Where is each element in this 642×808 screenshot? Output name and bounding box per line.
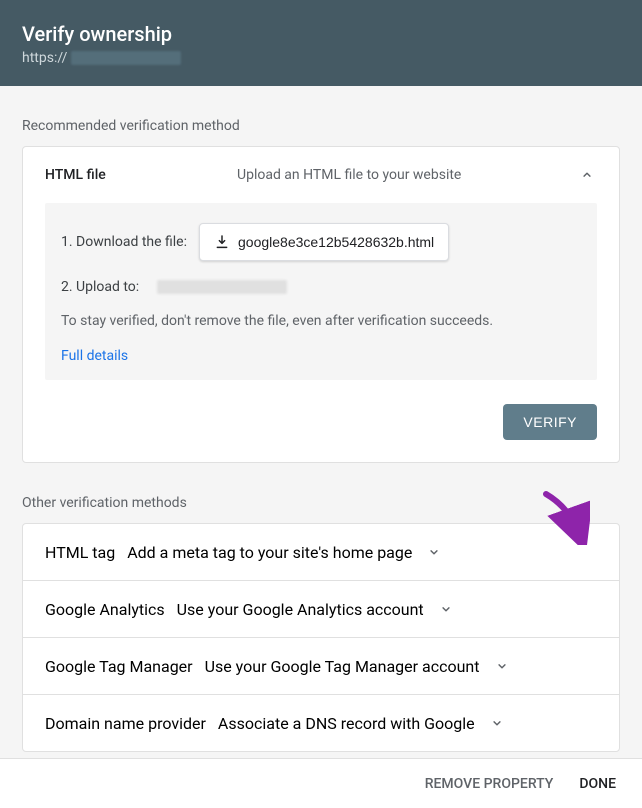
url-prefix: https:// xyxy=(22,50,67,66)
method-title: HTML file xyxy=(45,167,225,183)
method-google-analytics[interactable]: Google Analytics Use your Google Analyti… xyxy=(23,581,619,638)
verification-steps-panel: 1. Download the file: google8e3ce12b5428… xyxy=(45,203,597,380)
dialog-header: Verify ownership https:// xyxy=(0,0,642,86)
download-file-button[interactable]: google8e3ce12b5428632b.html xyxy=(199,223,449,261)
redacted-domain xyxy=(71,51,181,65)
chevron-up-icon xyxy=(577,165,597,185)
property-url: https:// xyxy=(22,50,620,66)
method-desc: Associate a DNS record with Google xyxy=(218,714,475,733)
html-file-method-header[interactable]: HTML file Upload an HTML file to your we… xyxy=(23,147,619,203)
full-details-link[interactable]: Full details xyxy=(61,348,128,364)
step-2-label: 2. Upload to: xyxy=(61,279,139,295)
other-methods-list: HTML tag Add a meta tag to your site's h… xyxy=(22,523,620,752)
recommended-section-label: Recommended verification method xyxy=(0,86,642,146)
method-google-tag-manager[interactable]: Google Tag Manager Use your Google Tag M… xyxy=(23,638,619,695)
method-title: Google Tag Manager xyxy=(45,657,193,676)
page-title: Verify ownership xyxy=(22,22,620,46)
done-button[interactable]: DONE xyxy=(579,776,616,792)
redacted-upload-target xyxy=(157,280,287,294)
method-html-tag[interactable]: HTML tag Add a meta tag to your site's h… xyxy=(23,524,619,581)
verification-note: To stay verified, don't remove the file,… xyxy=(61,313,581,329)
other-section-label: Other verification methods xyxy=(0,463,642,523)
step-1-label: 1. Download the file: xyxy=(61,234,187,250)
chevron-down-icon xyxy=(492,656,512,676)
method-desc: Upload an HTML file to your website xyxy=(237,167,565,183)
method-desc: Use your Google Analytics account xyxy=(177,600,424,619)
method-desc: Add a meta tag to your site's home page xyxy=(127,543,412,562)
step-2: 2. Upload to: xyxy=(61,279,581,295)
step-1: 1. Download the file: google8e3ce12b5428… xyxy=(61,223,581,261)
method-desc: Use your Google Tag Manager account xyxy=(205,657,480,676)
recommended-method-card: HTML file Upload an HTML file to your we… xyxy=(22,146,620,463)
method-title: Domain name provider xyxy=(45,714,206,733)
chevron-down-icon xyxy=(424,542,444,562)
download-icon xyxy=(214,234,230,250)
method-title: Google Analytics xyxy=(45,600,165,619)
verify-row: VERIFY xyxy=(23,392,619,462)
method-title: HTML tag xyxy=(45,543,115,562)
method-domain-name-provider[interactable]: Domain name provider Associate a DNS rec… xyxy=(23,695,619,751)
chevron-down-icon xyxy=(487,713,507,733)
download-filename: google8e3ce12b5428632b.html xyxy=(238,234,434,250)
verify-button[interactable]: VERIFY xyxy=(503,404,597,440)
dialog-footer: REMOVE PROPERTY DONE xyxy=(0,758,642,808)
chevron-down-icon xyxy=(436,599,456,619)
remove-property-button[interactable]: REMOVE PROPERTY xyxy=(425,776,554,792)
